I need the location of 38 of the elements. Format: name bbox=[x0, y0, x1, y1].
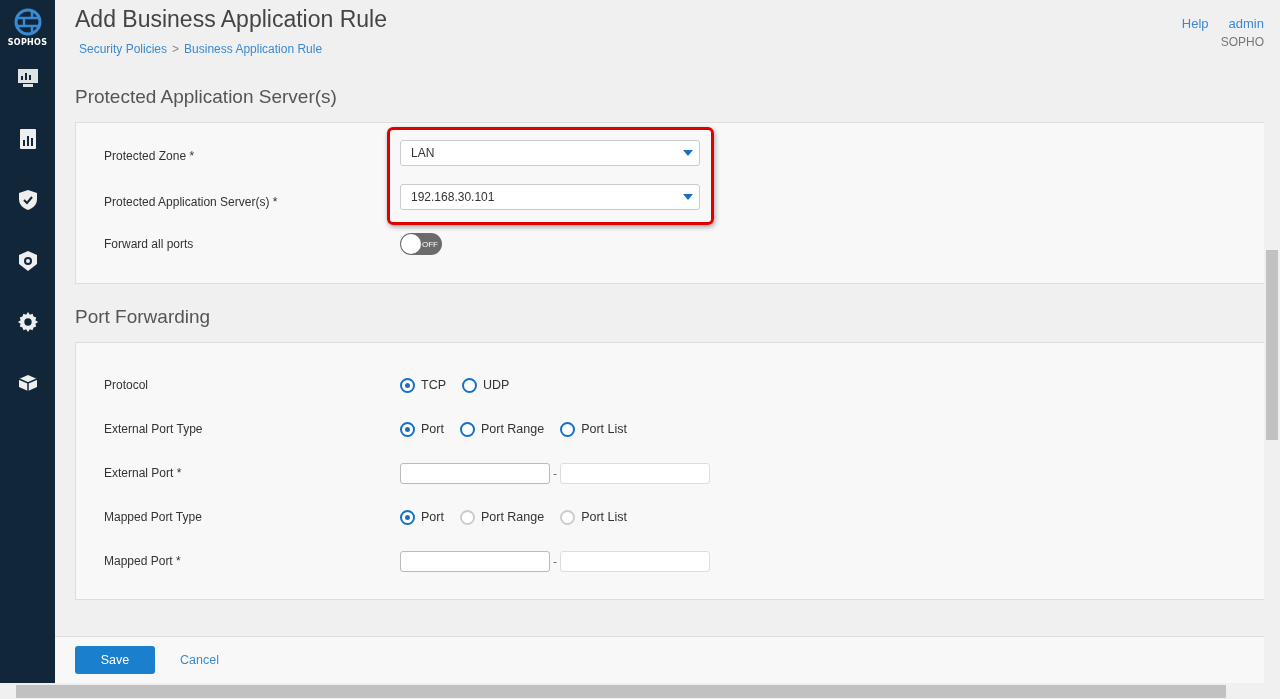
radio-option[interactable]: Port List bbox=[560, 421, 628, 437]
save-button[interactable]: Save bbox=[75, 646, 155, 674]
caret-icon bbox=[683, 194, 693, 200]
box-icon[interactable] bbox=[17, 373, 38, 392]
field-label: External Port * bbox=[104, 466, 183, 480]
radio-option[interactable]: Port bbox=[400, 421, 444, 437]
range-separator: - bbox=[553, 466, 557, 480]
caret-icon bbox=[683, 150, 693, 156]
port-input[interactable] bbox=[400, 550, 550, 572]
section-title: Protected Application Server(s) bbox=[75, 85, 338, 109]
field-label: Protocol bbox=[104, 378, 150, 392]
page-title: Add Business Application Rule bbox=[75, 6, 387, 33]
radio-option[interactable]: Port bbox=[400, 509, 444, 525]
dropdown-field[interactable]: 192.168.30.101 bbox=[400, 184, 700, 210]
radio-option[interactable]: UDP bbox=[462, 377, 510, 393]
port-input[interactable] bbox=[400, 462, 550, 484]
radio-option[interactable]: Port Range bbox=[459, 421, 545, 437]
cancel-button[interactable]: Cancel bbox=[180, 646, 219, 674]
shield-gear-icon[interactable] bbox=[17, 249, 38, 272]
report-icon[interactable] bbox=[18, 127, 37, 150]
breadcrumb-separator: > bbox=[172, 42, 180, 56]
organization-name: SOPHO bbox=[1220, 35, 1264, 49]
field-label: Mapped Port Type bbox=[104, 510, 203, 524]
field-label: Mapped Port * bbox=[104, 554, 182, 568]
field-label: Forward all ports bbox=[104, 237, 195, 251]
field-label: Protected Application Server(s) * bbox=[104, 195, 279, 209]
section-title: Port Forwarding bbox=[75, 305, 212, 329]
monitor-icon[interactable] bbox=[16, 67, 39, 88]
logo-text: SOPHOS bbox=[7, 38, 48, 47]
field-label: Protected Zone * bbox=[104, 149, 196, 163]
toggle-switch[interactable]: OFF bbox=[400, 233, 442, 255]
field-label: External Port Type bbox=[104, 422, 204, 436]
range-separator: - bbox=[553, 554, 557, 568]
dropdown-field[interactable]: LAN bbox=[400, 140, 700, 166]
settings-icon[interactable] bbox=[16, 310, 39, 333]
globe-logo-icon bbox=[13, 8, 42, 36]
radio-option[interactable]: TCP bbox=[400, 377, 446, 393]
shield-check-icon[interactable] bbox=[17, 188, 38, 211]
